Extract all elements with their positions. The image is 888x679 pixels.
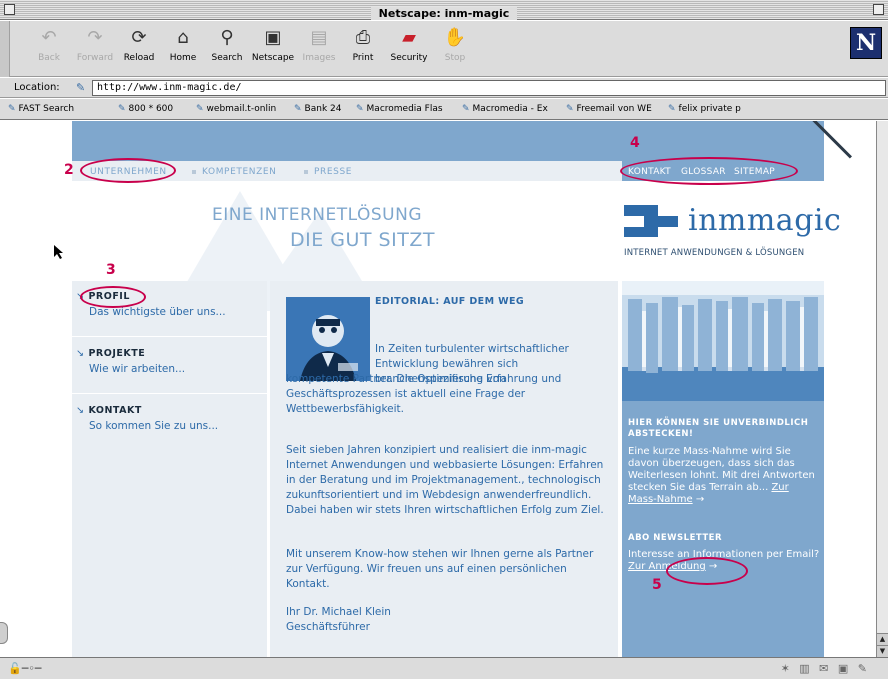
section-kontakt[interactable]: ↘ KONTAKT So kommen Sie zu uns... [76, 405, 266, 432]
bookmark-icon: ✎ [118, 104, 126, 114]
brand-tagline: INTERNET ANWENDUNGEN & LÖSUNGEN [624, 248, 805, 258]
arrow-right-icon: → [695, 494, 705, 505]
netscape-logo[interactable]: N [850, 27, 882, 59]
arrow-down-right-icon: ↘ [76, 405, 85, 416]
vertical-scrollbar[interactable]: ▲ ▼ [876, 121, 888, 657]
bookmark-freemail[interactable]: ✎ Freemail von WE [566, 104, 652, 114]
print-button[interactable]: ⎙ Print [340, 27, 386, 71]
netscape-icon: ▣ [264, 27, 282, 48]
inmmagic-logo-mark-icon [624, 205, 678, 237]
annotation-ellipse-util-links [620, 157, 798, 185]
url-input[interactable]: http://www.inm-magic.de/ [92, 80, 886, 96]
nav-bullet-icon [304, 169, 308, 174]
portrait-photo [286, 297, 370, 381]
location-bar: Location: ✎ http://www.inm-magic.de/ [0, 78, 888, 98]
nav-bullet-icon [192, 169, 196, 174]
forward-arrow-icon: ↷ [87, 27, 103, 48]
search-button[interactable]: ⚲ Search [204, 27, 250, 71]
newsletter-heading: ABO NEWSLETTER [628, 533, 723, 543]
bookmark-bank24[interactable]: ✎ Bank 24 [294, 104, 341, 114]
security-status-icon[interactable]: 🔓─◦─ [8, 662, 41, 675]
massnahme-body: Eine kurze Mass-Nahme wird Sie davon übe… [628, 446, 815, 505]
security-button[interactable]: ▰ Security [386, 27, 432, 71]
annotation-number-2: 2 [64, 162, 74, 178]
corner-diagonal [807, 121, 852, 159]
editorial-paragraph: Seit sieben Jahren konzipiert und realis… [286, 444, 604, 516]
site-top-band [72, 121, 852, 161]
bookmark-macromedia-flash[interactable]: ✎ Macromedia Flas [356, 104, 443, 114]
nav-presse[interactable]: PRESSE [304, 167, 352, 177]
bookmark-800x600[interactable]: ✎ 800 * 600 [118, 104, 173, 114]
back-button[interactable]: ↶ Back [26, 27, 72, 71]
bookmark-felix-private[interactable]: ✎ felix private p [668, 104, 741, 114]
editorial-headline: EDITORIAL: AUF DEM WEG [375, 296, 525, 307]
bookmark-icon: ✎ [196, 104, 204, 114]
drawer-tab[interactable] [0, 622, 8, 644]
location-label: Location: [14, 82, 60, 93]
bookmark-icon: ✎ [356, 104, 364, 114]
back-arrow-icon: ↶ [41, 27, 57, 48]
editorial-paragraph: kompetente Partner. Die Optimierung von … [286, 373, 526, 415]
forward-button[interactable]: ↷ Forward [72, 27, 118, 71]
print-icon: ⎙ [355, 27, 371, 48]
annotation-ellipse-unternehmen [80, 158, 176, 183]
arrow-down-right-icon: ↘ [76, 348, 85, 359]
search-icon: ⚲ [220, 27, 234, 48]
reload-icon: ⟳ [131, 27, 147, 48]
slogan-line-2: DIE GUT SITZT [290, 229, 435, 251]
toolbar-collapse-handle[interactable] [0, 21, 10, 77]
window-titlebar[interactable]: Netscape: inm-magic [0, 0, 888, 20]
clothing-rack-photo [622, 281, 824, 401]
annotation-ellipse-profil [80, 286, 146, 308]
zoom-box-icon[interactable] [873, 4, 884, 15]
bookmark-webmail[interactable]: ✎ webmail.t-onlin [196, 104, 276, 114]
security-lock-icon: ▰ [402, 27, 416, 48]
page-viewport: UNTERNEHMEN KOMPETENZEN PRESSE KONTAKT G… [0, 121, 876, 657]
component-bar-icons[interactable]: ✶ ▥ ✉ ▣ ✎ [781, 662, 870, 675]
scroll-down-arrow-icon[interactable]: ▼ [877, 645, 888, 657]
section-divider [72, 393, 267, 394]
home-button[interactable]: ⌂ Home [160, 27, 206, 71]
status-bar: 🔓─◦─ ✶ ▥ ✉ ▣ ✎ [0, 657, 888, 679]
section-divider [72, 336, 267, 337]
stop-button[interactable]: ✋ Stop [432, 27, 478, 71]
editorial-signature: Ihr Dr. Michael Klein Geschäftsführer [286, 606, 391, 633]
stop-icon: ✋ [443, 27, 467, 48]
scroll-up-arrow-icon[interactable]: ▲ [877, 633, 888, 645]
images-icon: ▤ [310, 27, 328, 48]
annotation-number-4: 4 [630, 135, 640, 151]
annotation-ellipse-anmeldung [666, 557, 748, 585]
bookmark-macromedia-ex[interactable]: ✎ Macromedia - Ex [462, 104, 548, 114]
personal-toolbar: ✎ FAST Search ✎ 800 * 600 ✎ webmail.t-onlin… [0, 99, 888, 120]
bookmark-icon: ✎ [462, 104, 470, 114]
nav-kompetenzen[interactable]: KOMPETENZEN [192, 167, 276, 177]
images-button[interactable]: ▤ Images [296, 27, 342, 71]
bookmark-icon: ✎ [566, 104, 574, 114]
left-nav-column [72, 281, 267, 657]
bookmark-fast-search[interactable]: ✎ FAST Search [8, 104, 74, 114]
bookmark-icon: ✎ [668, 104, 676, 114]
massnahme-heading: HIER KÖNNEN SIE UNVERBINDLICH ABSTECKEN! [628, 418, 809, 439]
section-projekte[interactable]: ↘ PROJEKTE Wie wir arbeiten... [76, 348, 266, 375]
annotation-number-5: 5 [652, 577, 662, 593]
page-proxy-icon[interactable]: ✎ [76, 81, 85, 94]
annotation-number-3: 3 [106, 262, 116, 278]
bookmark-icon: ✎ [294, 104, 302, 114]
editorial-paragraph: Mit unserem Know-how stehen wir Ihnen ge… [286, 548, 594, 590]
brand-name[interactable]: inmmagic [688, 203, 841, 238]
mouse-cursor-icon [54, 245, 63, 259]
bookmark-icon: ✎ [8, 104, 16, 114]
navigation-toolbar: ↶ Back ↷ Forward ⟳ Reload ⌂ Home ⚲ Searc… [0, 21, 888, 77]
slogan-line-1: EINE INTERNETLÖSUNG [212, 205, 422, 225]
home-icon: ⌂ [177, 27, 189, 48]
reload-button[interactable]: ⟳ Reload [116, 27, 162, 71]
window-title: Netscape: inm-magic [370, 7, 518, 20]
netscape-button[interactable]: ▣ Netscape [250, 27, 296, 71]
